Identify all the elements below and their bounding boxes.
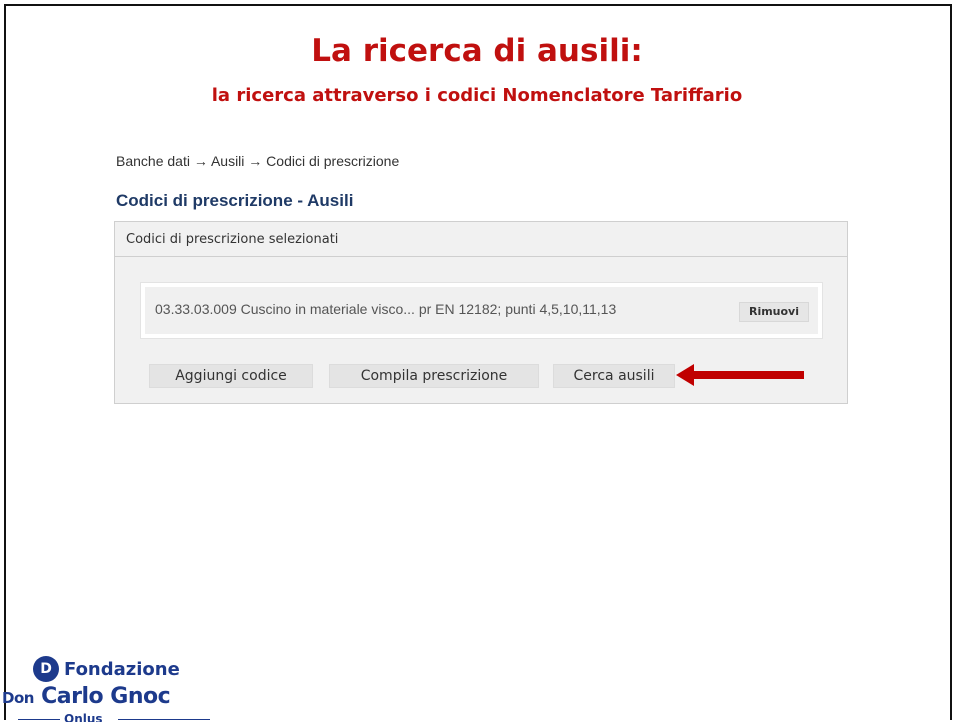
page-title: Codici di prescrizione - Ausili: [116, 191, 354, 210]
logo-mark-icon: D: [33, 656, 59, 682]
remove-button[interactable]: Rimuovi: [739, 302, 809, 322]
selected-code-item: 03.33.03.009 Cuscino in materiale visco.…: [140, 282, 823, 339]
foundation-logo: D Fondazione Don Carlo Gnoc Onlus: [0, 654, 210, 722]
panel-header-label: Codici di prescrizione selezionati: [126, 232, 339, 247]
selected-code-text: 03.33.03.009 Cuscino in materiale visco.…: [155, 301, 617, 317]
logo-line2: Don Carlo Gnoc: [2, 684, 171, 709]
search-aids-button[interactable]: Cerca ausili: [553, 364, 675, 388]
add-code-button[interactable]: Aggiungi codice: [149, 364, 313, 388]
slide-title: La ricerca di ausili:: [311, 33, 643, 69]
logo-rule-right: [118, 719, 210, 720]
panel-header: Codici di prescrizione selezionati: [115, 222, 847, 257]
selected-code-row: 03.33.03.009 Cuscino in materiale visco.…: [145, 287, 818, 334]
logo-line2-name: Carlo Gnoc: [41, 684, 171, 709]
slide-subtitle: la ricerca attraverso i codici Nomenclat…: [211, 85, 743, 106]
arrow-left-icon: [676, 364, 804, 386]
breadcrumb[interactable]: Banche dati → Ausili → Codici di prescri…: [116, 153, 399, 169]
logo-rule-left: [18, 719, 60, 720]
logo-line2-prefix: Don: [2, 689, 34, 707]
logo-line1: Fondazione: [64, 659, 180, 680]
compile-prescription-button[interactable]: Compila prescrizione: [329, 364, 539, 388]
logo-line3: Onlus: [64, 712, 103, 722]
